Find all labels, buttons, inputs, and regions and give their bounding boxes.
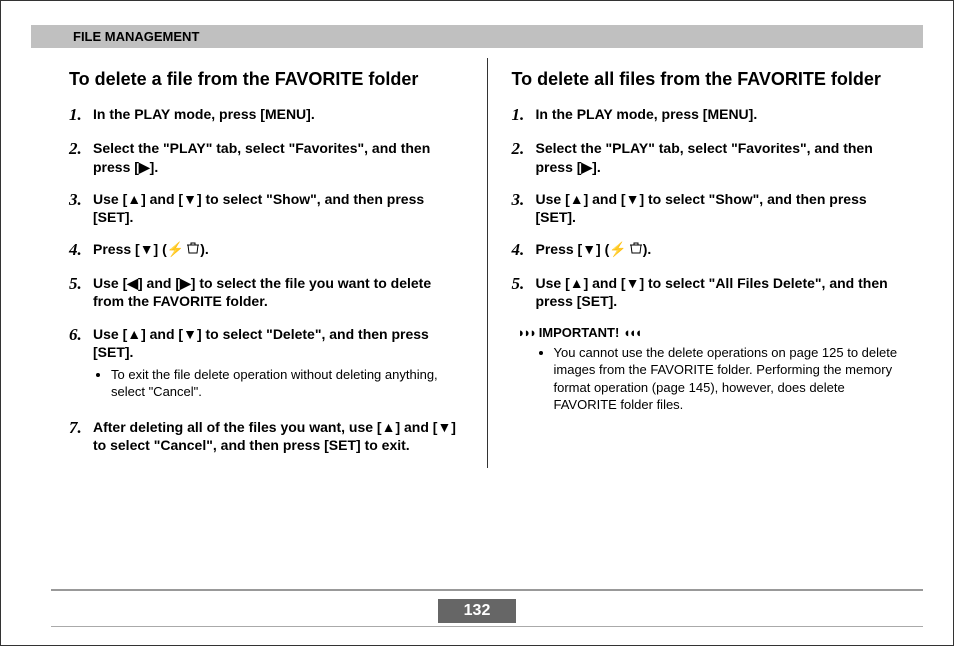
step-number: 1. [69, 105, 93, 125]
step-number: 4. [512, 240, 536, 260]
step-text: In the PLAY mode, press [MENU]. [536, 105, 906, 125]
page: FILE MANAGEMENT To delete a file from th… [0, 0, 954, 646]
left-column: To delete a file from the FAVORITE folde… [51, 58, 481, 468]
step-text: Select the "PLAY" tab, select "Favorites… [536, 139, 906, 175]
right-steps: 1.In the PLAY mode, press [MENU]. 2.Sele… [512, 105, 906, 310]
step-number: 5. [69, 274, 93, 310]
step-text: Use [▲] and [▼] to select "All Files Del… [536, 274, 906, 310]
step-text: After deleting all of the files you want… [93, 418, 463, 454]
flash-icon: ⚡ [167, 240, 184, 258]
step-number: 1. [512, 105, 536, 125]
step-number: 3. [512, 190, 536, 226]
section-header: FILE MANAGEMENT [73, 29, 911, 44]
deco-icon: ◗◗◗ [518, 325, 536, 340]
step-number: 2. [69, 139, 93, 175]
footer-rule-thin [51, 626, 923, 627]
step-number: 5. [512, 274, 536, 310]
page-number-wrap: 132 [1, 599, 953, 623]
step-number: 3. [69, 190, 93, 226]
section-header-bar: FILE MANAGEMENT [31, 25, 923, 48]
step-text: Use [◀] and [▶] to select the file you w… [93, 274, 463, 310]
right-column: To delete all files from the FAVORITE fo… [494, 58, 924, 468]
footer-rule [51, 589, 923, 591]
flash-icon: ⚡ [609, 240, 626, 258]
columns: To delete a file from the FAVORITE folde… [1, 48, 953, 468]
left-steps: 1.In the PLAY mode, press [MENU]. 2.Sele… [69, 105, 463, 454]
step-number: 2. [512, 139, 536, 175]
important-box: ◗◗◗ IMPORTANT! ◖◖◖ You cannot use the de… [518, 325, 906, 414]
important-text: You cannot use the delete operations on … [554, 344, 906, 414]
step-number: 4. [69, 240, 93, 260]
step-text: Press [▼] (⚡). [536, 240, 906, 260]
important-label: ◗◗◗ IMPORTANT! ◖◖◖ [518, 325, 906, 340]
step-text: Use [▲] and [▼] to select "Delete", and … [93, 325, 463, 404]
trash-icon [629, 240, 643, 258]
right-title: To delete all files from the FAVORITE fo… [512, 68, 906, 91]
left-title: To delete a file from the FAVORITE folde… [69, 68, 463, 91]
step-text: In the PLAY mode, press [MENU]. [93, 105, 463, 125]
column-divider [487, 58, 488, 468]
trash-icon [186, 240, 200, 258]
substep-text: To exit the file delete operation withou… [111, 367, 463, 401]
page-number: 132 [438, 599, 517, 623]
step-text: Use [▲] and [▼] to select "Show", and th… [93, 190, 463, 226]
step-text: Select the "PLAY" tab, select "Favorites… [93, 139, 463, 175]
step-text: Use [▲] and [▼] to select "Show", and th… [536, 190, 906, 226]
deco-icon: ◖◖◖ [623, 325, 641, 340]
step-number: 7. [69, 418, 93, 454]
step-number: 6. [69, 325, 93, 404]
step-text: Press [▼] (⚡). [93, 240, 463, 260]
